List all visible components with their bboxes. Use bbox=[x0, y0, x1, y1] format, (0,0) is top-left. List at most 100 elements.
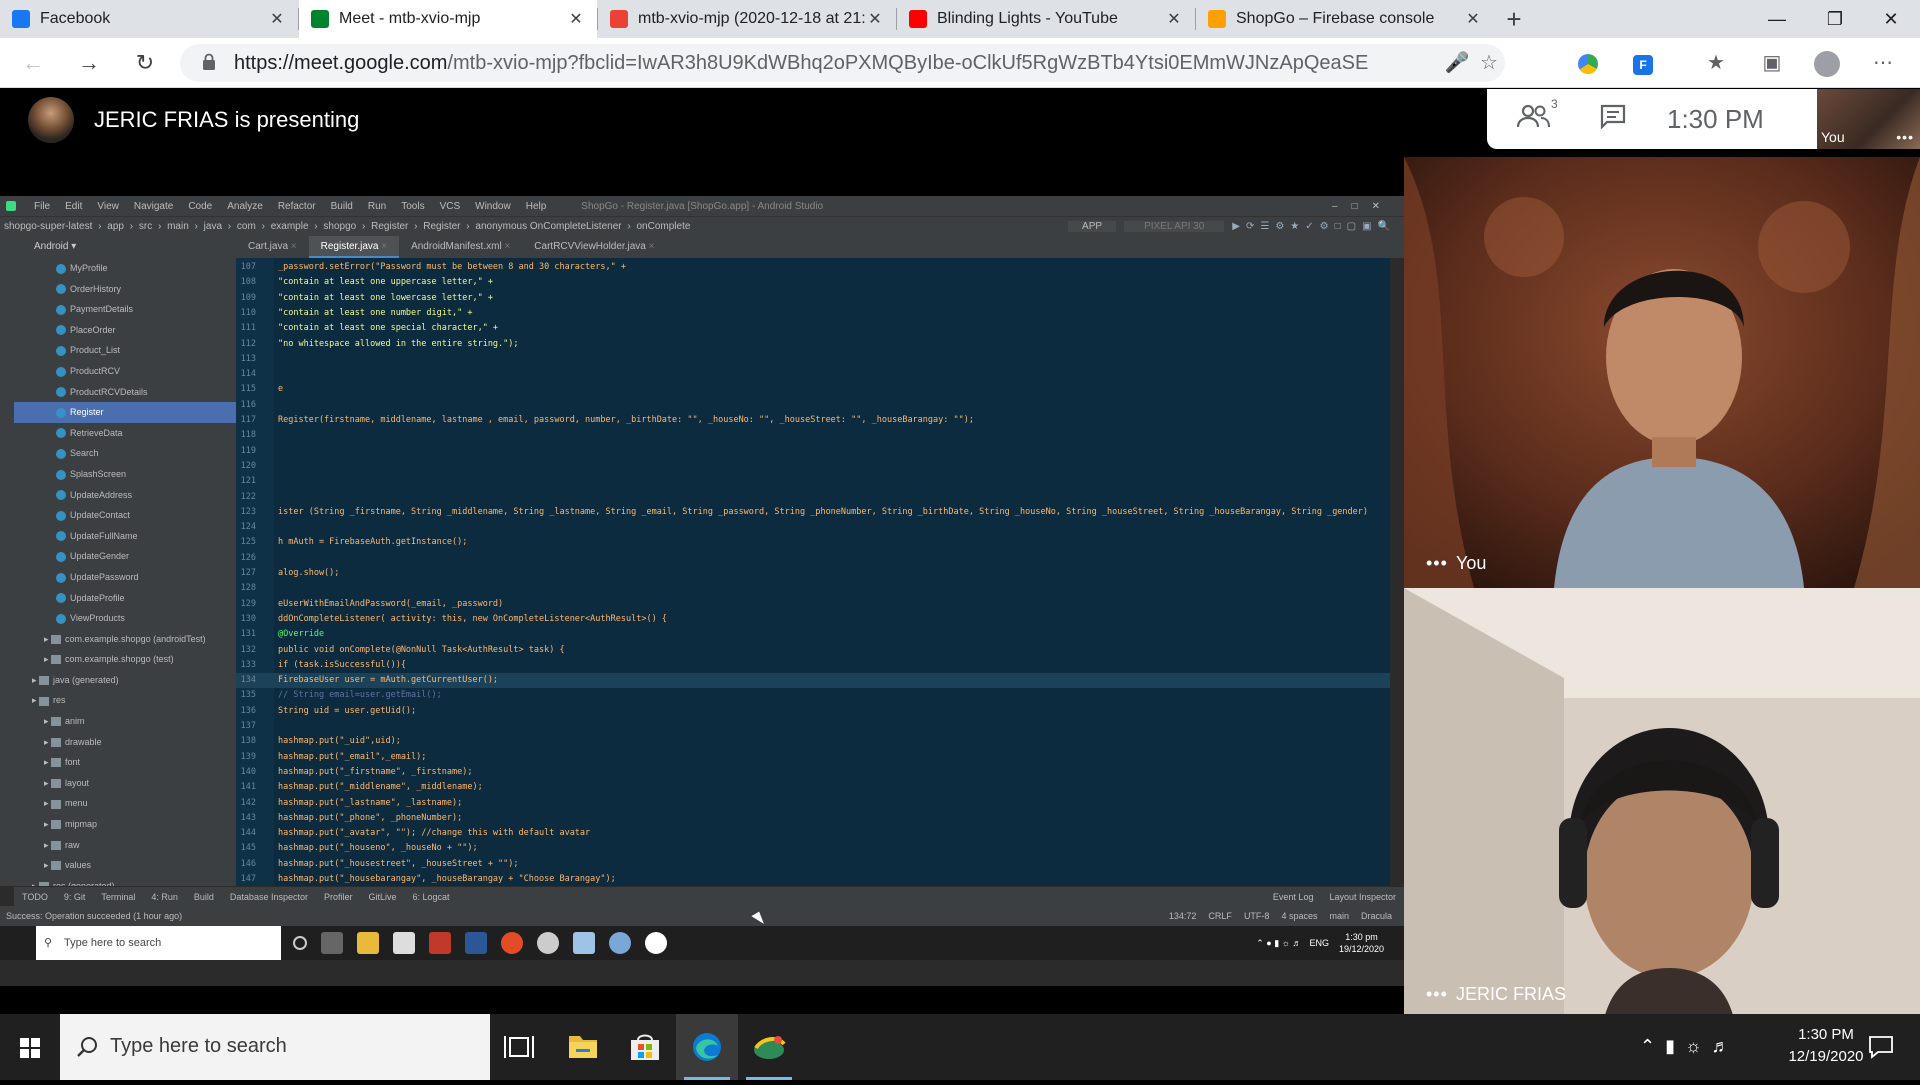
tool-window-tab[interactable]: Build bbox=[194, 892, 214, 902]
as-menu-item[interactable]: Tools bbox=[401, 201, 424, 212]
breadcrumb-item[interactable]: example bbox=[271, 221, 309, 232]
status-item[interactable]: 4 spaces bbox=[1281, 911, 1317, 921]
taskbar-search-box[interactable]: Type here to search bbox=[60, 1014, 490, 1080]
tool-window-tab[interactable]: Profiler bbox=[324, 892, 353, 902]
project-tree-item[interactable]: PaymentDetails bbox=[14, 299, 236, 320]
tool-window-tab[interactable]: Database Inspector bbox=[230, 892, 308, 902]
start-button[interactable] bbox=[0, 1014, 60, 1080]
task-view-button[interactable] bbox=[488, 1014, 550, 1080]
tool-window-tab[interactable]: TODO bbox=[22, 892, 48, 902]
code-editor[interactable]: 107 _password.setError("Password must be … bbox=[236, 258, 1390, 886]
breadcrumb-item[interactable]: main bbox=[167, 221, 189, 232]
browser-tab[interactable]: Meet - mtb-xvio-mjp ✕ bbox=[299, 0, 597, 38]
project-tree-item[interactable]: ▸ values bbox=[14, 855, 236, 876]
extension-icon[interactable] bbox=[1573, 48, 1603, 78]
collections-icon[interactable]: ▣ bbox=[1757, 48, 1787, 78]
chat-button[interactable] bbox=[1599, 103, 1627, 135]
project-tree-item[interactable]: MyProfile bbox=[14, 258, 236, 279]
participant-tile-jeric[interactable]: ••• JERIC FRIAS bbox=[1404, 588, 1920, 1019]
translate-extension-icon[interactable]: F bbox=[1628, 48, 1658, 78]
expand-arrow-icon[interactable]: ▸ bbox=[44, 757, 51, 767]
breadcrumb-item[interactable]: src bbox=[139, 221, 152, 232]
as-menu-item[interactable]: Edit bbox=[65, 201, 82, 212]
project-tree-item[interactable]: ▸ mipmap bbox=[14, 814, 236, 835]
editor-tab[interactable]: CartRCVViewHolder.java × bbox=[522, 236, 666, 258]
as-toolbar-icons[interactable]: ▶⟳☰⚙★✓⚙□▢▣🔍 bbox=[1232, 221, 1396, 232]
editor-tab[interactable]: Cart.java × bbox=[236, 236, 309, 258]
tool-window-tab[interactable]: GitLive bbox=[368, 892, 396, 902]
editor-tab-close-icon[interactable]: × bbox=[378, 241, 387, 252]
project-tree-item[interactable]: SplashScreen bbox=[14, 464, 236, 485]
expand-arrow-icon[interactable]: ▸ bbox=[32, 675, 39, 685]
project-tree-item[interactable]: PlaceOrder bbox=[14, 320, 236, 341]
breadcrumb-item[interactable]: app bbox=[107, 221, 124, 232]
file-explorer-button[interactable] bbox=[552, 1014, 614, 1080]
store-button[interactable] bbox=[614, 1014, 676, 1080]
as-menu-item[interactable]: Window bbox=[475, 201, 511, 212]
status-item[interactable]: UTF-8 bbox=[1244, 911, 1270, 921]
system-tray-icons[interactable]: ⌃▮☼♬ bbox=[1640, 1036, 1740, 1057]
as-menu-item[interactable]: Analyze bbox=[227, 201, 263, 212]
project-tree-item[interactable]: ▸ menu bbox=[14, 793, 236, 814]
project-tree-item[interactable]: OrderHistory bbox=[14, 279, 236, 300]
as-left-tool-strip[interactable] bbox=[0, 236, 14, 886]
expand-arrow-icon[interactable]: ▸ bbox=[32, 695, 39, 705]
breadcrumb-item[interactable]: onComplete bbox=[637, 221, 691, 232]
favorites-icon[interactable]: ★ bbox=[1701, 48, 1731, 78]
editor-tab-close-icon[interactable]: × bbox=[502, 241, 510, 252]
tool-window-tab[interactable]: Layout Inspector bbox=[1329, 892, 1396, 902]
project-tree-item[interactable]: UpdateAddress bbox=[14, 485, 236, 506]
project-tree-item[interactable]: UpdateContact bbox=[14, 505, 236, 526]
project-tree-item[interactable]: ▸ com.example.shopgo (androidTest) bbox=[14, 629, 236, 650]
project-tree-item[interactable]: ViewProducts bbox=[14, 608, 236, 629]
expand-arrow-icon[interactable]: ▸ bbox=[44, 819, 51, 829]
as-menu-item[interactable]: Refactor bbox=[278, 201, 316, 212]
self-preview-thumbnail[interactable]: You ••• bbox=[1817, 89, 1920, 149]
tab-close-icon[interactable]: ✕ bbox=[1464, 9, 1482, 29]
status-item[interactable]: 134:72 bbox=[1169, 911, 1197, 921]
project-tree-item[interactable]: Search bbox=[14, 443, 236, 464]
tool-window-tab[interactable]: Event Log bbox=[1273, 892, 1314, 902]
run-config-select[interactable]: APP bbox=[1068, 221, 1117, 232]
editor-tab[interactable]: Register.java × bbox=[308, 236, 400, 258]
tool-window-tab[interactable]: Terminal bbox=[101, 892, 135, 902]
close-window-button[interactable]: ✕ bbox=[1862, 0, 1920, 38]
as-menu-item[interactable]: File bbox=[34, 201, 50, 212]
forward-button[interactable]: → bbox=[72, 46, 106, 80]
project-view-header[interactable]: Android ▾ bbox=[14, 236, 236, 258]
project-tree-item[interactable]: RetrieveData bbox=[14, 423, 236, 444]
expand-arrow-icon[interactable]: ▸ bbox=[44, 737, 51, 747]
browser-tab[interactable]: Facebook ✕ bbox=[0, 0, 298, 38]
expand-arrow-icon[interactable]: ▸ bbox=[44, 860, 51, 870]
as-menu-item[interactable]: Run bbox=[368, 201, 386, 212]
editor-tab-close-icon[interactable]: × bbox=[288, 241, 297, 252]
project-tree-item[interactable]: ▸ res (generated) bbox=[14, 876, 236, 886]
as-menu-item[interactable]: View bbox=[97, 201, 119, 212]
microphone-icon[interactable]: 🎤 bbox=[1442, 48, 1472, 78]
bookmark-star-icon[interactable]: ☆ bbox=[1474, 48, 1504, 78]
browser-tab[interactable]: Blinding Lights - YouTube ✕ bbox=[897, 0, 1195, 38]
breadcrumb-item[interactable]: Register bbox=[371, 221, 408, 232]
app-button[interactable] bbox=[738, 1014, 800, 1080]
as-menu-item[interactable]: Code bbox=[188, 201, 212, 212]
expand-arrow-icon[interactable]: ▸ bbox=[44, 778, 51, 788]
as-menu-item[interactable]: Help bbox=[526, 201, 547, 212]
project-tree-item[interactable]: UpdateFullName bbox=[14, 526, 236, 547]
project-view-select[interactable]: Android bbox=[34, 241, 68, 252]
minimize-button[interactable]: — bbox=[1748, 0, 1806, 38]
maximize-button[interactable]: ❐ bbox=[1806, 0, 1864, 38]
status-item[interactable]: main bbox=[1329, 911, 1349, 921]
tab-close-icon[interactable]: ✕ bbox=[268, 9, 286, 29]
device-select[interactable]: PIXEL API 30 bbox=[1124, 221, 1225, 232]
project-tree-item[interactable]: ▸ com.example.shopgo (test) bbox=[14, 649, 236, 670]
tab-close-icon[interactable]: ✕ bbox=[1165, 9, 1183, 29]
breadcrumb-item[interactable]: com bbox=[237, 221, 256, 232]
expand-arrow-icon[interactable]: ▸ bbox=[44, 654, 51, 664]
project-tree-item[interactable]: UpdateProfile bbox=[14, 588, 236, 609]
project-tree-item[interactable]: ▸ raw bbox=[14, 835, 236, 856]
expand-arrow-icon[interactable]: ▸ bbox=[44, 840, 51, 850]
breadcrumb-item[interactable]: java bbox=[204, 221, 222, 232]
more-menu-icon[interactable]: ⋯ bbox=[1868, 48, 1898, 78]
project-tree-item[interactable]: ▸ layout bbox=[14, 773, 236, 794]
expand-arrow-icon[interactable]: ▸ bbox=[44, 798, 51, 808]
